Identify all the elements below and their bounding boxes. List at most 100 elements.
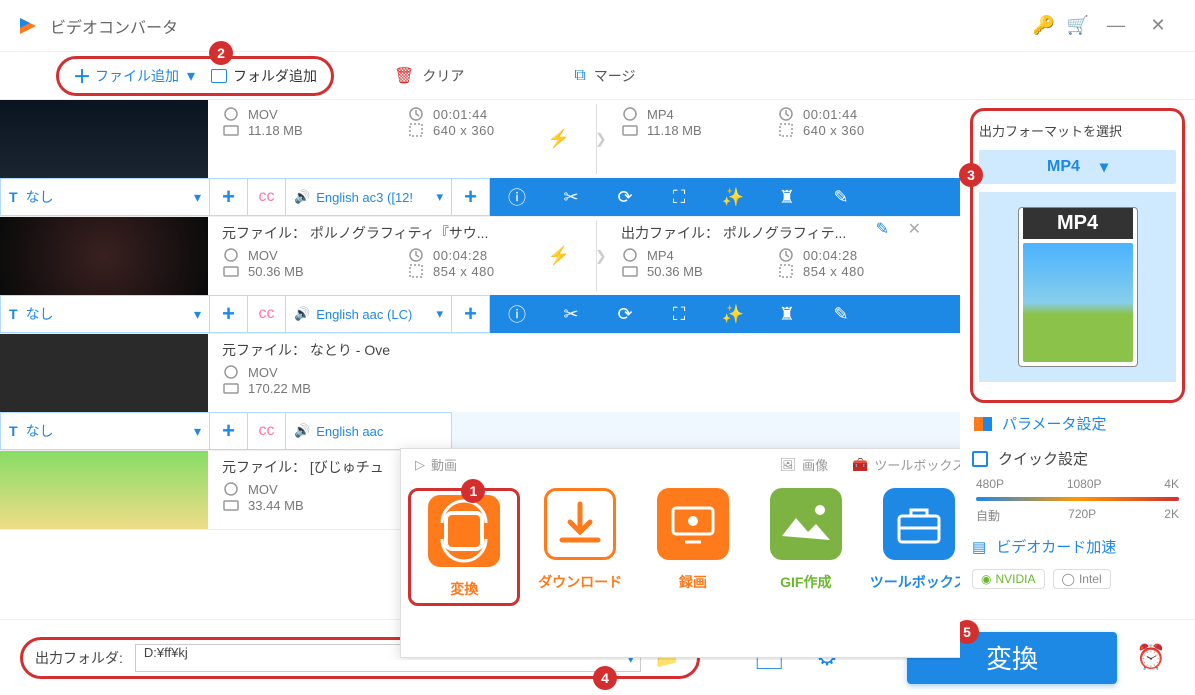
film-icon	[621, 106, 639, 122]
format-preview[interactable]: MP4	[979, 192, 1176, 382]
effects-icon[interactable]: ✨	[706, 304, 760, 325]
titlebar: ビデオコンバータ 🔑 🛒 — ✕	[0, 0, 1195, 52]
speaker-icon: 🔊	[294, 189, 310, 205]
dims-icon	[777, 122, 795, 138]
cc-button[interactable]: cc	[248, 295, 286, 333]
minimize-button[interactable]: —	[1095, 15, 1137, 36]
thumbnail[interactable]	[0, 451, 208, 529]
app-title: ビデオコンバータ	[50, 14, 178, 38]
add-folder-button[interactable]: フォルダ追加	[211, 66, 317, 86]
mode-gif[interactable]: GIF作成	[753, 488, 859, 606]
intel-icon: ◯	[1062, 572, 1075, 586]
dims-icon	[407, 122, 425, 138]
hw-accel-link[interactable]: ▤ビデオカード加速	[970, 528, 1185, 565]
rotate-icon[interactable]: ⟳	[598, 187, 652, 208]
add-audio-button[interactable]: +	[452, 295, 490, 333]
briefcase-icon: 🧰	[852, 457, 868, 473]
mode-toolbox[interactable]: ツールボックス	[866, 488, 960, 606]
schedule-button[interactable]: ⏰	[1127, 643, 1175, 672]
subtitle-select[interactable]: Tなし▾	[0, 412, 210, 450]
cart-icon[interactable]: 🛒	[1061, 15, 1095, 36]
add-audio-button[interactable]: +	[452, 178, 490, 216]
edit-name-button[interactable]: ✎	[876, 219, 889, 239]
key-icon[interactable]: 🔑	[1027, 15, 1061, 36]
file-row: MOV 00:01:44 11.18 MB 640 x 360 ⚡ MP4 00…	[0, 100, 960, 217]
chevron-down-icon[interactable]: ▾	[187, 66, 195, 86]
add-subtitle-button[interactable]: +	[210, 295, 248, 333]
crop-icon[interactable]: ⛶	[652, 187, 706, 208]
file-list: MOV 00:01:44 11.18 MB 640 x 360 ⚡ MP4 00…	[0, 100, 960, 660]
nvidia-icon: ◉	[981, 572, 991, 586]
side-panel: 3 出力フォーマットを選択 MP4▾ MP4 パラメータ設定 クイック設定 48…	[960, 100, 1195, 660]
film-icon	[222, 106, 240, 122]
chevron-down-icon: ▾	[436, 189, 443, 205]
info-icon[interactable]: ⓘ	[490, 184, 544, 210]
nvidia-badge: ◉NVIDIA	[972, 569, 1045, 589]
audio-select[interactable]: 🔊English aac (LC)▾	[286, 295, 452, 333]
crop-icon[interactable]: ⛶	[652, 304, 706, 325]
text-icon: T	[9, 189, 18, 205]
resolution-slider[interactable]	[976, 497, 1179, 501]
cut-icon[interactable]: ✂	[544, 187, 598, 208]
edit-icon[interactable]: ✎	[814, 187, 868, 208]
add-file-label: ファイル追加	[95, 66, 179, 86]
subtitle-select[interactable]: Tなし▾	[0, 295, 210, 333]
thumbnail[interactable]	[0, 217, 208, 295]
remove-button[interactable]: ✕	[908, 219, 921, 239]
file-row: 元ファイル： なとり - Ove MOV 170.22 MB Tなし▾ + cc…	[0, 334, 960, 451]
format-dropdown[interactable]: MP4▾	[979, 150, 1176, 184]
image-icon: 🖼	[780, 457, 797, 473]
callout-3: 3	[959, 163, 983, 187]
subtitle-select[interactable]: Tなし▾	[0, 178, 210, 216]
folder-icon	[621, 122, 639, 138]
add-file-button[interactable]: ＋ ファイル追加	[73, 63, 179, 89]
folder-icon	[211, 69, 227, 83]
param-settings-link[interactable]: パラメータ設定	[970, 403, 1185, 444]
output-filename: 出力ファイル： ポルノグラフィテ...	[621, 223, 846, 243]
clock-icon	[407, 106, 425, 122]
sliders-icon	[974, 417, 992, 431]
mode-download[interactable]: ダウンロード	[527, 488, 633, 606]
flash-icon: ⚡	[548, 129, 570, 150]
merge-button[interactable]: ⧉ マージ	[574, 66, 635, 86]
watermark-icon[interactable]: ♜	[760, 304, 814, 325]
cut-icon[interactable]: ✂	[544, 304, 598, 325]
mode-popup: ▷動画 🖼画像 🧰ツールボックス 1 変換 ダウンロード 録画	[400, 448, 960, 658]
watermark-icon[interactable]: ♜	[760, 187, 814, 208]
options-bar: Tなし▾ + cc 🔊English ac3 ([12!▾ + ⓘ ✂ ⟳ ⛶ …	[0, 178, 960, 216]
trash-icon: 🗑	[394, 66, 414, 86]
merge-icon: ⧉	[574, 67, 585, 85]
add-subtitle-button[interactable]: +	[210, 178, 248, 216]
resolution-scale: 480P1080P4K	[970, 473, 1185, 495]
effects-icon[interactable]: ✨	[706, 187, 760, 208]
chip-icon: ▤	[972, 538, 986, 556]
mode-convert[interactable]: 1 変換	[408, 488, 520, 606]
play-icon: ▷	[415, 457, 425, 473]
format-panel-title: 出力フォーマットを選択	[979, 121, 1176, 140]
source-filename: 元ファイル： ポルノグラフィティ『サウ...	[222, 223, 488, 243]
thumbnail[interactable]	[0, 100, 208, 178]
main: MOV 00:01:44 11.18 MB 640 x 360 ⚡ MP4 00…	[0, 100, 1195, 660]
thumbnail[interactable]	[0, 334, 208, 412]
popup-tab-toolbox[interactable]: 🧰ツールボックス	[852, 455, 960, 474]
popup-tab-image[interactable]: 🖼画像	[780, 455, 829, 474]
info-icon[interactable]: ⓘ	[490, 301, 544, 327]
close-button[interactable]: ✕	[1137, 15, 1179, 36]
mode-record[interactable]: 録画	[640, 488, 746, 606]
popup-tab-video[interactable]: ▷動画	[415, 455, 457, 474]
rotate-icon[interactable]: ⟳	[598, 304, 652, 325]
plus-icon: ＋	[73, 63, 91, 89]
edit-icon[interactable]: ✎	[814, 304, 868, 325]
format-panel: 3 出力フォーマットを選択 MP4▾ MP4	[970, 108, 1185, 403]
app-logo-icon	[16, 14, 40, 38]
intel-badge: ◯Intel	[1053, 569, 1111, 589]
audio-select[interactable]: 🔊English aac	[286, 412, 452, 450]
callout-2: 2	[209, 41, 233, 65]
add-group: 2 ＋ ファイル追加 ▾ フォルダ追加	[56, 56, 334, 96]
folder-icon	[222, 122, 240, 138]
audio-select[interactable]: 🔊English ac3 ([12!▾	[286, 178, 452, 216]
preview-image-icon	[1023, 243, 1133, 362]
file-row: 元ファイル： ポルノグラフィティ『サウ... MOV 00:04:28 50.3…	[0, 217, 960, 334]
clear-button[interactable]: 🗑 クリア	[394, 66, 464, 86]
cc-button[interactable]: cc	[248, 178, 286, 216]
